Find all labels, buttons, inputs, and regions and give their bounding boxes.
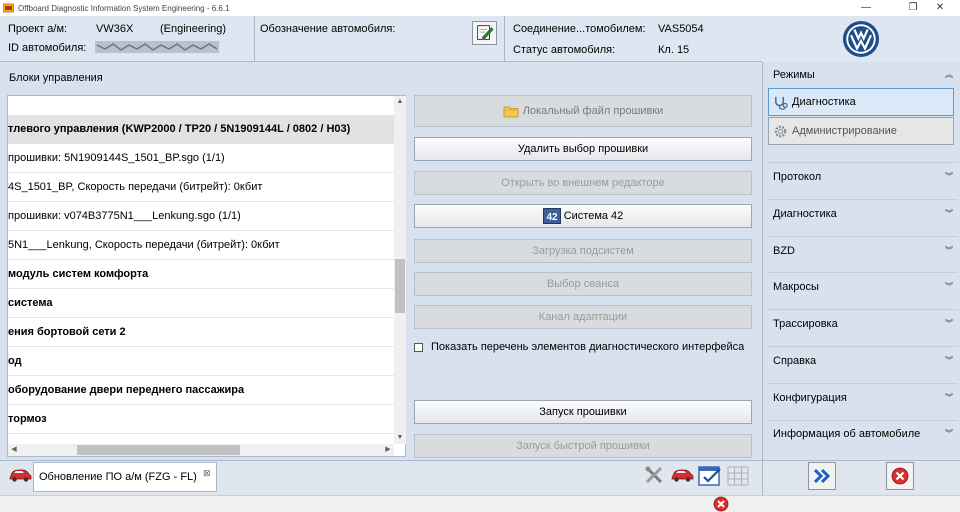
list-item-selected[interactable]: тлевого управления (KWP2000 / TP20 / 5N1… (8, 115, 396, 144)
sidebar-item-diagnostics[interactable]: Диагностика (773, 208, 837, 220)
expand-down-icon[interactable]: ︾ (945, 281, 953, 292)
expand-down-icon[interactable]: ︾ (945, 392, 953, 403)
sidebar-item-help[interactable]: Справка (773, 355, 816, 367)
show-interface-list-option[interactable]: Показать перечень элементов диагностичес… (414, 341, 744, 353)
list-item[interactable]: 4S_1501_BP, Скорость передачи (битрейт):… (8, 173, 396, 202)
vehicle-id-label: ID автомобиля: (8, 42, 87, 54)
show-interface-list-checkbox[interactable] (414, 342, 423, 352)
vehicle-id-redacted (95, 41, 219, 53)
title-bar: Offboard Diagnostic Information System E… (0, 0, 960, 16)
scroll-right-icon[interactable]: ▶ (382, 444, 394, 456)
folder-icon (503, 106, 519, 118)
start-flash-button[interactable]: Запуск прошивки (414, 400, 752, 424)
sidebar-item-macros[interactable]: Макросы (773, 281, 819, 293)
vertical-scrollbar[interactable]: ▲ ▼ (394, 96, 406, 444)
scroll-left-icon[interactable]: ◀ (8, 444, 20, 456)
mode-admin-button[interactable]: Администрирование (768, 117, 954, 145)
odis-app-icon (3, 3, 14, 13)
horizontal-scroll-thumb[interactable] (77, 445, 240, 455)
sidebar-item-protocol[interactable]: Протокол (773, 171, 821, 183)
sidebar-item-tracing[interactable]: Трассировка (773, 318, 838, 330)
vertical-scroll-thumb[interactable] (395, 259, 405, 313)
control-units-label: Блоки управления (9, 72, 103, 84)
status-bar (0, 495, 960, 512)
vehicle-status-label: Статус автомобиля: (513, 44, 616, 56)
collapse-up-icon[interactable]: ︽ (945, 69, 953, 80)
expand-down-icon[interactable]: ︾ (945, 318, 953, 329)
mode-diagnostics-button[interactable]: Диагностика (768, 88, 954, 116)
tools-icon[interactable] (644, 465, 664, 485)
calendar-check-icon[interactable] (698, 465, 722, 487)
sidebar-item-configuration[interactable]: Конфигурация (773, 392, 847, 404)
horizontal-scrollbar[interactable]: ◀ ▶ (8, 444, 394, 456)
minimize-button[interactable]: — (846, 0, 886, 16)
scroll-up-icon[interactable]: ▲ (394, 96, 406, 108)
expand-down-icon[interactable]: ︾ (945, 355, 953, 366)
scroll-down-icon[interactable]: ▼ (394, 432, 406, 444)
project-type: (Engineering) (160, 23, 227, 35)
control-units-list[interactable]: тлевого управления (KWP2000 / TP20 / 5N1… (7, 95, 406, 457)
forward-button[interactable] (808, 462, 836, 490)
gear-icon (774, 125, 787, 137)
list-item[interactable]: модуль систем комфорта (8, 260, 396, 289)
modes-header[interactable]: Режимы (773, 69, 815, 81)
load-subsystems-button[interactable]: Загрузка подсистем (414, 239, 752, 263)
stethoscope-icon (775, 96, 788, 110)
vehicle-designation-label: Обозначение автомобиля: (260, 23, 396, 35)
tab-close-icon[interactable]: ⊠ (203, 468, 211, 479)
list-item[interactable]: система (8, 289, 396, 318)
start-quick-flash-button[interactable]: Запуск быстрой прошивки (414, 434, 752, 458)
sidebar-item-vehicle-info[interactable]: Информация об автомобиле (773, 428, 920, 440)
delete-firmware-selection-button[interactable]: Удалить выбор прошивки (414, 137, 752, 161)
show-interface-list-label: Показать перечень элементов диагностичес… (431, 341, 745, 353)
grid-icon[interactable] (727, 466, 749, 486)
tab-software-update[interactable]: Обновление ПО а/м (FZG - FL) (33, 462, 217, 492)
local-firmware-file-button[interactable]: Локальный файл прошивки (414, 95, 752, 127)
mode-diagnostics-label: Диагностика (792, 96, 856, 108)
open-external-editor-button[interactable]: Открыть во внешнем редакторе (414, 171, 752, 195)
expand-down-icon[interactable]: ︾ (945, 428, 953, 439)
sidebar-item-bzd[interactable]: BZD (773, 245, 795, 257)
vw-logo-icon (842, 20, 880, 58)
double-chevron-right-icon (813, 469, 831, 483)
list-item[interactable]: од (8, 347, 396, 376)
mode-admin-label: Администрирование (792, 125, 897, 137)
system42-icon: 42 (542, 208, 561, 224)
vehicle-status-value: Кл. 15 (658, 44, 690, 56)
connection-label: Соединение...томобилем: (513, 23, 646, 35)
list-item[interactable]: прошивки: v074B3775N1___Lenkung.sgo (1/1… (8, 202, 396, 231)
tab-software-update-label: Обновление ПО а/м (FZG - FL) (39, 471, 197, 483)
list-item[interactable]: оборудование двери переднего пассажира (8, 376, 396, 405)
expand-down-icon[interactable]: ︾ (945, 245, 953, 256)
list-item[interactable]: тормоз (8, 405, 396, 434)
edit-icon (477, 25, 494, 41)
error-indicator-icon[interactable] (713, 496, 729, 512)
list-item[interactable]: прошивки: 5N1909144S_1501_BP.sgo (1/1) (8, 144, 396, 173)
system42-icon-text: 42 (546, 212, 558, 223)
adaptation-channel-button[interactable]: Канал адаптации (414, 305, 752, 329)
close-circle-icon (891, 467, 909, 485)
connection-value: VAS5054 (658, 23, 704, 35)
expand-down-icon[interactable]: ︾ (945, 208, 953, 219)
project-value: VW36X (96, 23, 134, 35)
local-firmware-file-label: Локальный файл прошивки (522, 105, 664, 117)
system42-label: Система 42 (563, 210, 624, 222)
close-window-button[interactable]: ✕ (920, 0, 960, 16)
edit-designation-button[interactable] (472, 21, 497, 45)
window-title: Offboard Diagnostic Information System E… (18, 3, 230, 13)
expand-down-icon[interactable]: ︾ (945, 171, 953, 182)
cancel-button[interactable] (886, 462, 914, 490)
select-session-button[interactable]: Выбор сеанса (414, 272, 752, 296)
project-label: Проект а/м: (8, 23, 68, 35)
bottom-actions (762, 460, 960, 495)
car-icon[interactable] (8, 467, 32, 483)
car-red-icon[interactable] (670, 467, 694, 483)
list-item[interactable]: 5N1___Lenkung, Скорость передачи (битрей… (8, 231, 396, 260)
list-item[interactable]: ения бортовой сети 2 (8, 318, 396, 347)
system42-button[interactable]: 42 Система 42 (414, 204, 752, 228)
